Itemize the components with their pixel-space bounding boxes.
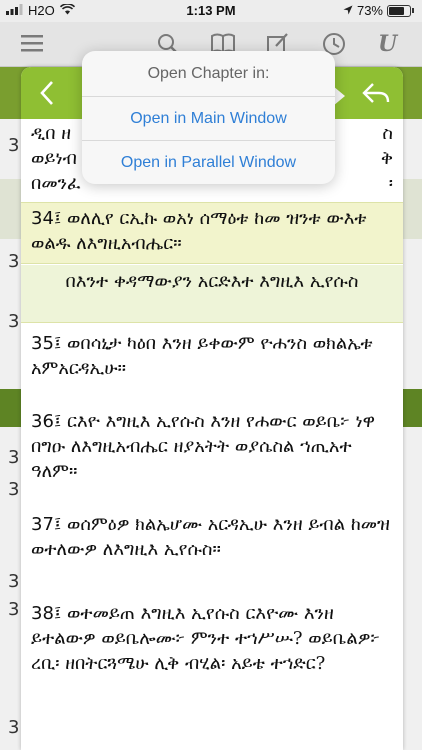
main-verse-number: 3 xyxy=(8,717,20,738)
verse-line: ወይነብ xyxy=(31,148,77,169)
verse-number: 37፤ xyxy=(31,514,62,535)
verse-34[interactable]: 34፤ ወለሊየ ርኢኩ ወአነ ሰማዕቱ ከመ ዝንቱ ውእቱ ወልዱ ለእግ… xyxy=(21,202,403,264)
verse-line: ስ xyxy=(382,123,393,144)
open-chapter-popover: Open Chapter in: Open in Main Window Ope… xyxy=(82,51,335,184)
section-heading: በእንተ ቀዳማውያን አርድእተ እግዚእ ኢየሱስ xyxy=(21,265,403,323)
heading-text: በእንተ ቀዳማውያን አርድእተ እግዚእ ኢየሱስ xyxy=(65,271,359,292)
battery-tip xyxy=(412,8,414,13)
verse-text: ርእዮ እግዚእ ኢየሱስ እንዘ የሐውር ወይቤ፦ ነዋ በግዑ ለእግዚአ… xyxy=(31,411,376,482)
status-bar: H2O 1:13 PM 73% xyxy=(0,0,422,22)
verse-line: ቅ xyxy=(380,148,393,169)
battery-icon xyxy=(387,4,411,17)
open-parallel-window-option[interactable]: Open in Parallel Window xyxy=(82,140,335,184)
main-verse-number: 3 xyxy=(8,571,20,592)
main-verse-number: 3 xyxy=(8,311,20,332)
main-verse-number: 3 xyxy=(8,447,20,468)
verse-35[interactable]: 35፤ ወበሳኒታ ካዕበ እንዘ ይቀውም ዮሐንስ ወክልኤቱ አምአርዳኢ… xyxy=(21,331,403,387)
verse-number: 36፤ xyxy=(31,411,62,432)
main-verse-number: 3 xyxy=(8,251,20,272)
main-verse-number: 3 xyxy=(8,135,20,156)
verse-38[interactable]: 38፤ ወተመይጠ እግዚእ ኢየሱስ ርእዮሙ እንዘ ይተልውዎ ወይቤሎሙ… xyxy=(21,601,403,731)
verse-number: 34፤ xyxy=(31,208,62,229)
back-chevron-icon[interactable] xyxy=(37,79,61,107)
font-icon[interactable]: U xyxy=(378,32,404,56)
verse-36[interactable]: 36፤ ርእዮ እግዚእ ኢየሱስ እንዘ የሐውር ወይቤ፦ ነዋ በግዑ ለ… xyxy=(21,409,403,491)
status-right: 73% xyxy=(343,3,414,18)
verse-text: ወበሳኒታ ካዕበ እንዘ ይቀውም ዮሐንስ ወክልኤቱ አምአርዳኢሁ። xyxy=(31,333,373,379)
verse-text: ወተመይጠ እግዚእ ኢየሱስ ርእዮሙ እንዘ ይተልውዎ ወይቤሎሙ፦ ምን… xyxy=(31,603,380,674)
verse-line: ዲበ ዘ xyxy=(31,123,72,144)
main-verse-number: 3 xyxy=(8,479,20,500)
battery-percent: 73% xyxy=(356,3,383,18)
verse-text: ወሰምዕዎ ክልኤሆሙ አርዳኢሁ እንዘ ይብል ከመዝ ወተለውዎ ለእግዚ… xyxy=(31,514,390,560)
verse-line: በመንፈ xyxy=(31,173,81,194)
verse-number: 38፤ xyxy=(31,603,62,624)
location-icon xyxy=(343,3,353,18)
reply-arrow-icon[interactable] xyxy=(361,81,391,107)
verse-number: 35፤ xyxy=(31,333,62,354)
verse-line: ፡ xyxy=(388,173,393,194)
verse-text: ወለሊየ ርኢኩ ወአነ ሰማዕቱ ከመ ዝንቱ ውእቱ ወልዱ ለእግዚአብሔ… xyxy=(31,208,367,254)
menu-icon[interactable] xyxy=(20,32,46,56)
popover-title: Open Chapter in: xyxy=(82,51,335,97)
open-main-window-option[interactable]: Open in Main Window xyxy=(82,97,335,140)
panel-text: ዲበ ዘ ስ ወይነብ ቅ በመንፈ ፡ 34፤ ወለሊየ ርኢኩ ወአነ ሰማዕቱ … xyxy=(21,119,403,750)
main-verse-number: 3 xyxy=(8,599,20,620)
verse-37[interactable]: 37፤ ወሰምዕዎ ክልኤሆሙ አርዳኢሁ እንዘ ይብል ከመዝ ወተለውዎ … xyxy=(21,512,403,594)
